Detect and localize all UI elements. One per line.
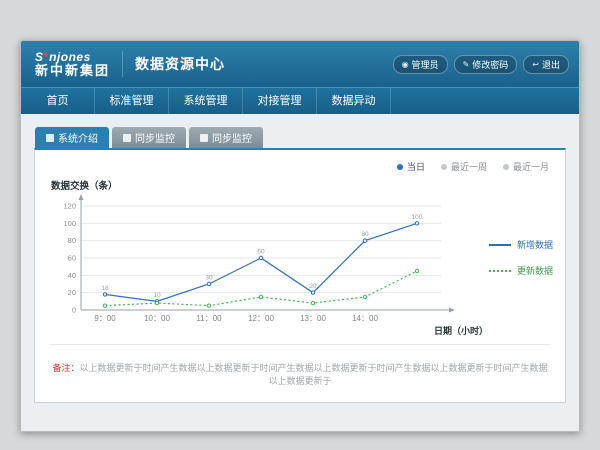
- legend-new-data[interactable]: 新增数据: [489, 238, 553, 251]
- svg-text:60: 60: [257, 249, 265, 256]
- logout-icon: ↩: [532, 60, 539, 69]
- svg-text:10：00: 10：00: [144, 314, 170, 323]
- svg-text:0: 0: [72, 306, 76, 315]
- nav-item-system-mgmt[interactable]: 系统管理: [169, 88, 243, 114]
- svg-text:11：00: 11：00: [196, 314, 222, 323]
- user-bar: ◉ 管理员 ✎ 修改密码 ↩ 退出: [393, 55, 569, 74]
- svg-text:20: 20: [68, 288, 76, 297]
- admin-user-label: 管理员: [412, 58, 439, 71]
- svg-text:40: 40: [68, 271, 76, 280]
- filter-last-week[interactable]: 最近一周: [441, 160, 487, 173]
- legend-label: 更新数据: [517, 264, 553, 277]
- edit-icon: ✎: [463, 60, 470, 69]
- filter-label: 最近一周: [451, 160, 487, 173]
- app-window: S*njones 新中新集团 数据资源中心 ◉ 管理员 ✎ 修改密码 ↩ 退出 …: [20, 40, 580, 432]
- tab-label: 同步监控: [212, 130, 252, 145]
- tab-system-intro[interactable]: 系统介绍: [35, 127, 109, 148]
- radio-dot-icon: [503, 164, 509, 170]
- tab-sync-monitor-1[interactable]: 同步监控: [112, 127, 186, 148]
- content-area: 系统介绍 同步监控 同步监控 当日 最近一周: [21, 115, 579, 431]
- series-legend: 新增数据 更新数据: [489, 238, 553, 277]
- line-chart: 0 20 40 60 80 100 120 9：00 10：00 11：00 12：00 13：00 1…: [45, 190, 495, 340]
- tab-icon: [123, 134, 131, 142]
- change-password-button[interactable]: ✎ 修改密码: [454, 55, 518, 74]
- svg-text:20: 20: [309, 283, 317, 290]
- footnote-label: 备注：: [52, 363, 79, 373]
- svg-text:120: 120: [63, 202, 76, 211]
- svg-text:80: 80: [361, 231, 369, 238]
- svg-text:12：00: 12：00: [248, 314, 274, 323]
- filter-last-month[interactable]: 最近一月: [503, 160, 549, 173]
- footnote: 备注：以上数据更新于时间产生数据以上数据更新于时间产生数据以上数据更新于时间产生…: [49, 344, 551, 387]
- logout-label: 退出: [542, 58, 560, 71]
- brand-logo-subtext: 新中新集团: [35, 64, 110, 78]
- nav-item-data-change[interactable]: 数据异动: [317, 88, 391, 114]
- filter-label: 最近一月: [513, 160, 549, 173]
- tab-sync-monitor-2[interactable]: 同步监控: [189, 127, 263, 148]
- legend-update-data[interactable]: 更新数据: [489, 264, 553, 277]
- svg-text:9：00: 9：00: [94, 314, 116, 323]
- svg-text:80: 80: [68, 236, 76, 245]
- tab-icon: [200, 134, 208, 142]
- nav-item-standard-mgmt[interactable]: 标准管理: [95, 88, 169, 114]
- svg-text:30: 30: [205, 275, 213, 282]
- legend-label: 新增数据: [517, 238, 553, 251]
- svg-text:18: 18: [101, 285, 109, 292]
- logout-button[interactable]: ↩ 退出: [523, 55, 569, 74]
- svg-text:60: 60: [68, 254, 76, 263]
- main-nav: 首页 标准管理 系统管理 对接管理 数据异动: [21, 87, 579, 114]
- header-divider: [122, 51, 123, 77]
- svg-text:10: 10: [153, 292, 161, 299]
- filter-label: 当日: [407, 160, 425, 173]
- brand-logo-text: S*njones: [35, 50, 110, 64]
- footnote-text: 以上数据更新于时间产生数据以上数据更新于时间产生数据以上数据更新于时间产生数据以…: [80, 363, 548, 386]
- tab-strip: 系统介绍 同步监控 同步监控: [35, 127, 566, 148]
- radio-dot-icon: [397, 164, 403, 170]
- time-range-filters: 当日 最近一周 最近一月: [397, 160, 549, 173]
- brand-logo[interactable]: S*njones 新中新集团: [35, 50, 110, 79]
- svg-text:13：00: 13：00: [300, 314, 326, 323]
- svg-text:100: 100: [412, 214, 423, 221]
- svg-text:100: 100: [63, 219, 76, 228]
- tab-icon: [46, 134, 54, 142]
- admin-user-button[interactable]: ◉ 管理员: [393, 55, 448, 74]
- page-title: 数据资源中心: [135, 54, 225, 74]
- header-bar: S*njones 新中新集团 数据资源中心 ◉ 管理员 ✎ 修改密码 ↩ 退出: [21, 41, 579, 87]
- tab-label: 系统介绍: [58, 130, 98, 145]
- filter-today[interactable]: 当日: [397, 160, 425, 173]
- dotted-line-icon: [489, 270, 511, 272]
- chart-panel: 当日 最近一周 最近一月 数据交换（条） 0204060801001209：00…: [34, 148, 566, 403]
- svg-text:日期（小时）: 日期（小时）: [434, 325, 488, 336]
- tab-label: 同步监控: [135, 130, 175, 145]
- radio-dot-icon: [441, 164, 447, 170]
- nav-item-connect-mgmt[interactable]: 对接管理: [243, 88, 317, 114]
- change-password-label: 修改密码: [472, 58, 508, 71]
- nav-item-home[interactable]: 首页: [21, 88, 95, 114]
- svg-text:14：00: 14：00: [352, 314, 378, 323]
- solid-line-icon: [489, 244, 511, 246]
- user-icon: ◉: [402, 60, 409, 69]
